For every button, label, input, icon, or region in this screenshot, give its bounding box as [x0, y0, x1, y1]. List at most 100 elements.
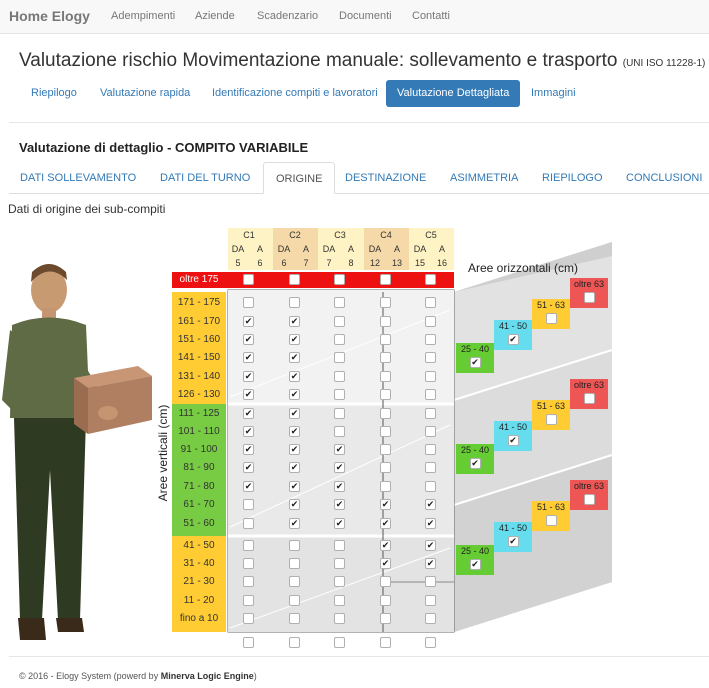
grid-checkbox[interactable] — [425, 613, 436, 624]
grid-checkbox[interactable]: ✔ — [243, 481, 254, 492]
grid-checkbox[interactable]: ✔ — [425, 558, 436, 569]
grid-checkbox[interactable] — [380, 316, 391, 327]
horizontal-area-checkbox[interactable]: ✔ — [469, 458, 481, 469]
grid-checkbox[interactable]: ✔ — [243, 352, 254, 363]
grid-checkbox[interactable]: ✔ — [289, 389, 300, 400]
grid-checkbox[interactable]: ✔ — [334, 444, 345, 455]
horizontal-area-checkbox[interactable]: ✔ — [507, 435, 519, 446]
grid-checkbox[interactable] — [380, 481, 391, 492]
horizontal-area-checkbox[interactable] — [545, 515, 557, 526]
column-total-checkbox[interactable] — [289, 637, 300, 648]
grid-checkbox[interactable]: ✔ — [425, 540, 436, 551]
grid-checkbox[interactable]: ✔ — [334, 518, 345, 529]
horizontal-area-checkbox[interactable]: ✔ — [469, 559, 481, 570]
grid-checkbox[interactable]: ✔ — [243, 408, 254, 419]
grid-checkbox[interactable]: ✔ — [380, 540, 391, 551]
grid-checkbox[interactable]: ✔ — [243, 371, 254, 382]
grid-checkbox[interactable] — [289, 558, 300, 569]
grid-checkbox[interactable] — [243, 274, 254, 285]
grid-checkbox[interactable]: ✔ — [289, 316, 300, 327]
grid-checkbox[interactable] — [243, 595, 254, 606]
grid-checkbox[interactable] — [289, 274, 300, 285]
grid-checkbox[interactable]: ✔ — [243, 334, 254, 345]
grid-checkbox[interactable] — [380, 408, 391, 419]
tab-origine[interactable]: ORIGINE — [263, 162, 336, 194]
grid-checkbox[interactable] — [289, 297, 300, 308]
horizontal-area-checkbox[interactable] — [583, 393, 595, 404]
grid-checkbox[interactable] — [334, 371, 345, 382]
grid-checkbox[interactable] — [380, 613, 391, 624]
grid-checkbox[interactable] — [334, 352, 345, 363]
grid-checkbox[interactable]: ✔ — [243, 462, 254, 473]
grid-checkbox[interactable] — [334, 613, 345, 624]
grid-checkbox[interactable] — [425, 316, 436, 327]
grid-checkbox[interactable]: ✔ — [380, 518, 391, 529]
horizontal-area-checkbox[interactable]: ✔ — [507, 536, 519, 547]
grid-checkbox[interactable]: ✔ — [289, 426, 300, 437]
grid-checkbox[interactable]: ✔ — [425, 499, 436, 510]
grid-checkbox[interactable] — [380, 352, 391, 363]
horizontal-area-checkbox[interactable] — [545, 414, 557, 425]
grid-checkbox[interactable]: ✔ — [289, 462, 300, 473]
grid-checkbox[interactable] — [289, 613, 300, 624]
column-total-checkbox[interactable] — [425, 637, 436, 648]
grid-checkbox[interactable]: ✔ — [289, 408, 300, 419]
grid-checkbox[interactable]: ✔ — [289, 499, 300, 510]
grid-checkbox[interactable] — [334, 540, 345, 551]
grid-checkbox[interactable]: ✔ — [243, 389, 254, 400]
grid-checkbox[interactable] — [334, 576, 345, 587]
grid-checkbox[interactable] — [289, 595, 300, 606]
grid-checkbox[interactable] — [425, 426, 436, 437]
grid-checkbox[interactable]: ✔ — [380, 499, 391, 510]
grid-checkbox[interactable] — [380, 426, 391, 437]
grid-checkbox[interactable] — [425, 371, 436, 382]
grid-checkbox[interactable] — [380, 462, 391, 473]
grid-checkbox[interactable]: ✔ — [243, 316, 254, 327]
grid-checkbox[interactable] — [425, 481, 436, 492]
grid-checkbox[interactable] — [425, 408, 436, 419]
grid-checkbox[interactable] — [334, 334, 345, 345]
grid-checkbox[interactable] — [425, 462, 436, 473]
grid-checkbox[interactable]: ✔ — [425, 518, 436, 529]
grid-checkbox[interactable]: ✔ — [334, 481, 345, 492]
grid-checkbox[interactable]: ✔ — [289, 371, 300, 382]
grid-checkbox[interactable] — [380, 576, 391, 587]
grid-checkbox[interactable] — [334, 558, 345, 569]
grid-checkbox[interactable] — [334, 595, 345, 606]
grid-checkbox[interactable] — [380, 371, 391, 382]
grid-checkbox[interactable] — [243, 518, 254, 529]
grid-checkbox[interactable]: ✔ — [289, 352, 300, 363]
horizontal-area-checkbox[interactable] — [583, 494, 595, 505]
grid-checkbox[interactable]: ✔ — [334, 462, 345, 473]
grid-checkbox[interactable] — [243, 576, 254, 587]
grid-checkbox[interactable] — [425, 297, 436, 308]
grid-checkbox[interactable]: ✔ — [289, 518, 300, 529]
grid-checkbox[interactable] — [425, 389, 436, 400]
grid-checkbox[interactable] — [243, 558, 254, 569]
grid-checkbox[interactable] — [243, 297, 254, 308]
grid-checkbox[interactable] — [334, 274, 345, 285]
horizontal-area-checkbox[interactable] — [545, 313, 557, 324]
grid-checkbox[interactable]: ✔ — [289, 444, 300, 455]
grid-checkbox[interactable] — [334, 389, 345, 400]
grid-checkbox[interactable] — [289, 576, 300, 587]
grid-checkbox[interactable] — [425, 576, 436, 587]
horizontal-area-checkbox[interactable]: ✔ — [507, 334, 519, 345]
grid-checkbox[interactable] — [289, 540, 300, 551]
grid-checkbox[interactable] — [243, 613, 254, 624]
grid-checkbox[interactable]: ✔ — [243, 426, 254, 437]
grid-checkbox[interactable] — [425, 334, 436, 345]
grid-checkbox[interactable] — [243, 499, 254, 510]
grid-checkbox[interactable] — [380, 334, 391, 345]
grid-checkbox[interactable]: ✔ — [289, 334, 300, 345]
column-total-checkbox[interactable] — [380, 637, 391, 648]
grid-checkbox[interactable] — [380, 389, 391, 400]
grid-checkbox[interactable] — [425, 352, 436, 363]
grid-checkbox[interactable] — [380, 444, 391, 455]
grid-checkbox[interactable] — [334, 316, 345, 327]
grid-checkbox[interactable] — [334, 426, 345, 437]
grid-checkbox[interactable] — [334, 297, 345, 308]
grid-checkbox[interactable]: ✔ — [334, 499, 345, 510]
grid-checkbox[interactable] — [243, 540, 254, 551]
grid-checkbox[interactable] — [425, 444, 436, 455]
